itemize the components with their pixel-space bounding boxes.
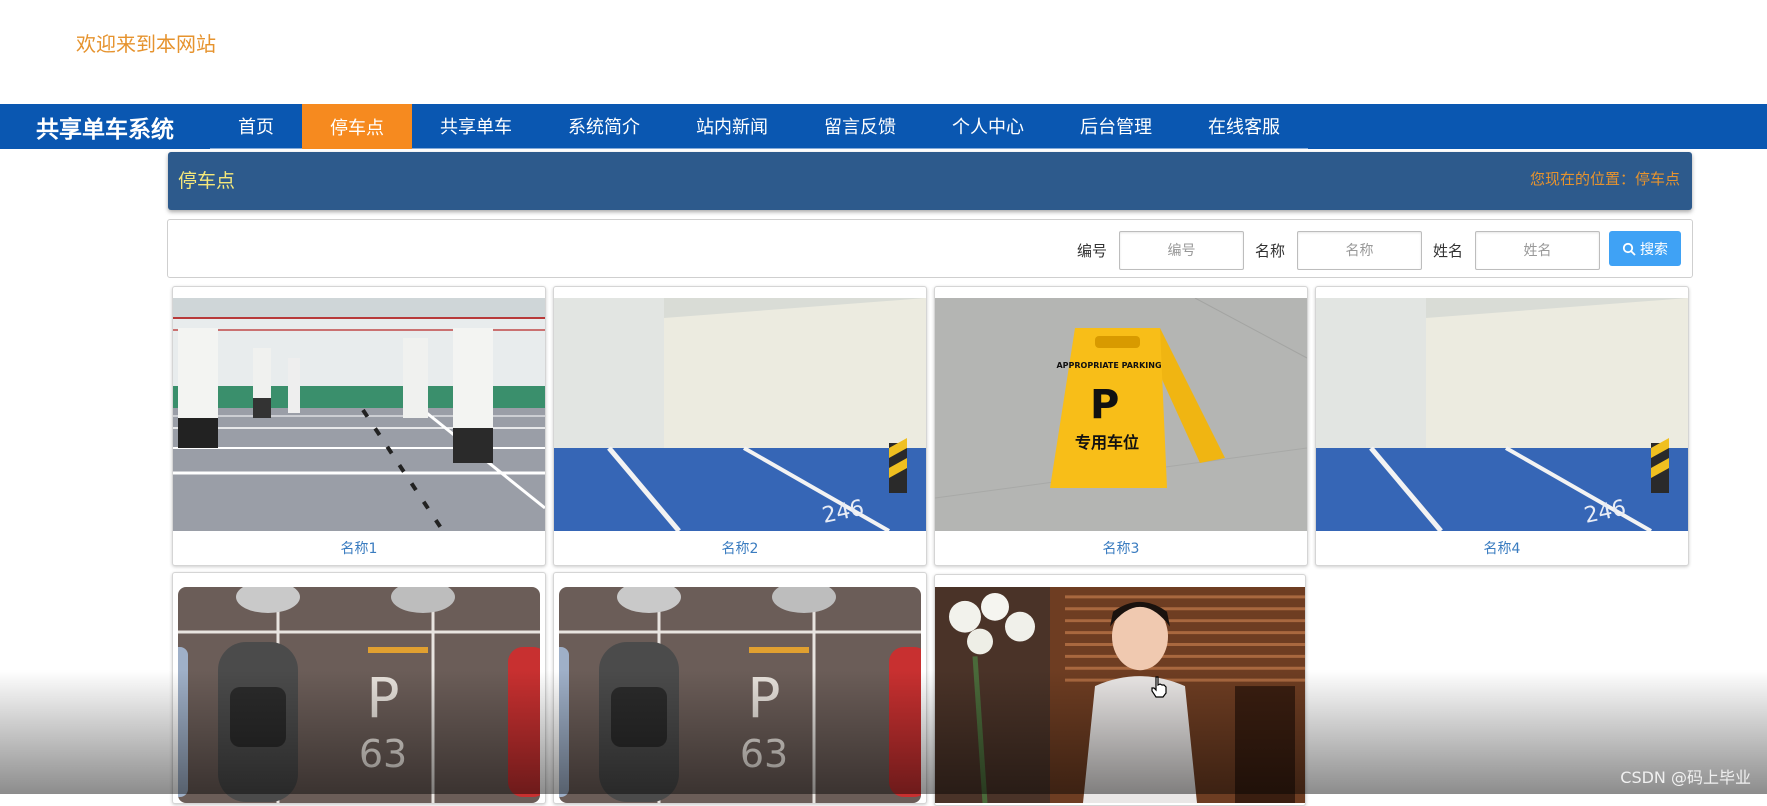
parking-p-text: P xyxy=(747,666,780,730)
sign-cn-text: 专用车位 xyxy=(1075,433,1139,452)
sign-top-text: APPROPRIATE PARKING xyxy=(1056,361,1161,370)
parking-card-5[interactable]: P 63 xyxy=(172,572,546,804)
watermark: CSDN @码上毕业 xyxy=(1620,768,1751,787)
parking-card-3[interactable]: APPROPRIATE PARKING P 专用车位 名称3 xyxy=(934,286,1308,566)
main-nav: 共享单车系统 首页 停车点 共享单车 系统简介 站内新闻 留言反馈 个人中心 后… xyxy=(0,104,1767,149)
search-bar: 编号 名称 姓名 搜索 xyxy=(167,219,1693,278)
sign-p-text: P xyxy=(1090,382,1119,428)
name-input[interactable] xyxy=(1297,231,1423,270)
search-field-name: 名称 xyxy=(1255,231,1423,270)
welcome-text: 欢迎来到本网站 xyxy=(76,32,216,56)
person-name-label: 姓名 xyxy=(1433,242,1464,260)
search-button-label: 搜索 xyxy=(1640,241,1668,258)
car-parking-p63-photo: P 63 xyxy=(559,587,921,803)
parking-card-4[interactable]: 246 名称4 xyxy=(1315,286,1689,566)
person-name-input[interactable] xyxy=(1475,231,1601,270)
nav-item-parking[interactable]: 停车点 xyxy=(302,104,412,149)
search-field-person: 姓名 xyxy=(1433,231,1601,270)
blue-parking-space-photo: 246 xyxy=(554,298,926,531)
card-title: 名称2 xyxy=(721,541,759,557)
nav-item-bikes[interactable]: 共享单车 xyxy=(412,104,540,149)
nav-item-support[interactable]: 在线客服 xyxy=(1180,104,1308,149)
parking-number-text: 63 xyxy=(359,732,407,776)
nav-item-feedback[interactable]: 留言反馈 xyxy=(796,104,924,149)
parking-card-6[interactable]: P 63 xyxy=(553,572,927,804)
parking-p-text: P xyxy=(366,666,399,730)
nav-item-home[interactable]: 首页 xyxy=(210,104,302,149)
hand-cursor-icon xyxy=(1151,676,1167,698)
underground-garage-photo xyxy=(173,298,545,531)
card-title: 名称3 xyxy=(1102,541,1140,557)
search-field-number: 编号 xyxy=(1077,231,1245,270)
search-button[interactable]: 搜索 xyxy=(1609,231,1681,266)
page-title-bar: 停车点 您现在的位置：停车点 xyxy=(168,152,1692,210)
number-input[interactable] xyxy=(1119,231,1245,270)
parking-card-2[interactable]: 246 名称2 xyxy=(553,286,927,566)
search-icon xyxy=(1622,242,1636,256)
nav-item-admin[interactable]: 后台管理 xyxy=(1052,104,1180,149)
site-brand[interactable]: 共享单车系统 xyxy=(0,104,210,149)
blue-parking-space-photo: 246 xyxy=(1316,298,1688,531)
nav-item-about[interactable]: 系统简介 xyxy=(540,104,668,149)
card-title: 名称4 xyxy=(1483,541,1521,557)
parking-card-7[interactable] xyxy=(934,574,1306,806)
number-label: 编号 xyxy=(1077,242,1108,260)
card-title: 名称1 xyxy=(340,541,378,557)
name-label: 名称 xyxy=(1255,242,1286,260)
car-parking-p63-photo: P 63 xyxy=(178,587,540,803)
parking-number-text: 63 xyxy=(740,732,788,776)
parking-card-1[interactable]: 名称1 xyxy=(172,286,546,566)
page-title: 停车点 xyxy=(178,170,236,192)
nav-item-profile[interactable]: 个人中心 xyxy=(924,104,1052,149)
woman-portrait-photo xyxy=(935,587,1305,803)
parking-sign-photo: APPROPRIATE PARKING P 专用车位 xyxy=(935,298,1307,531)
breadcrumb: 您现在的位置：停车点 xyxy=(1529,170,1680,188)
nav-item-news[interactable]: 站内新闻 xyxy=(668,104,796,149)
